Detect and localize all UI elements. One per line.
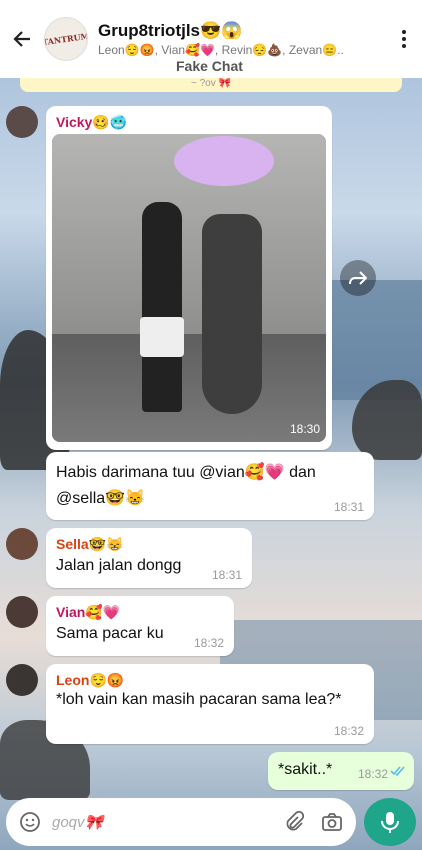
person-figure [202, 214, 262, 414]
avatar-vian[interactable] [6, 596, 38, 628]
message-time: 18:32 [357, 767, 388, 781]
forward-icon[interactable] [340, 260, 376, 296]
group-avatar[interactable]: TANTRUM [44, 17, 88, 61]
camera-icon[interactable] [320, 810, 344, 834]
avatar-sella[interactable] [6, 528, 38, 560]
avatar-logo: TANTRUM [44, 30, 88, 48]
arrow-left-icon[interactable] [10, 27, 34, 51]
avatar-vicky[interactable] [6, 106, 38, 138]
group-members: Leon😌😡, Vian🥰💗, Revin😔💩, Zevan😑.. [98, 43, 344, 57]
sender-name: Leon😌😡 [56, 672, 125, 688]
image-message[interactable]: Vicky🥴🥶 18:30 [46, 106, 332, 450]
message-text: Habis darimana tuu @vian🥰💗 dan @sella🤓😸 [56, 464, 316, 507]
text-message[interactable]: Habis darimana tuu @vian🥰💗 dan @sella🤓😸 … [46, 452, 374, 520]
paperclip-icon[interactable] [282, 810, 306, 834]
more-vert-icon[interactable] [394, 25, 414, 53]
text-message[interactable]: Leon😌😡 *loh vain kan masih pacaran sama … [46, 664, 374, 744]
message-time: 18:30 [289, 422, 320, 436]
balloon-image [174, 136, 274, 186]
message-time: 18:32 [333, 724, 364, 738]
message-text: *loh vain kan masih pacaran sama lea?* [56, 691, 342, 708]
message-time: 18:31 [333, 500, 364, 514]
text-message[interactable]: Vian🥰💗 Sama pacar ku 18:32 [46, 596, 234, 656]
sender-name: Vicky🥴🥶 [56, 114, 128, 130]
text-message[interactable]: Sella🤓😸 Jalan jalan dongg 18:31 [46, 528, 252, 588]
avatar-leon[interactable] [6, 664, 38, 696]
microphone-icon[interactable] [364, 798, 416, 846]
message-time: 18:32 [193, 636, 224, 650]
emoji-icon[interactable] [18, 810, 42, 834]
message-input-bar: ɡoqv🎀 [6, 798, 356, 846]
sender-name: Vian🥰💗 [56, 604, 121, 620]
read-ticks-icon [390, 763, 406, 781]
outgoing-message[interactable]: *sakit..* 18:32 [268, 752, 414, 790]
group-name: Grup8triotjls😎😱 [98, 21, 243, 40]
message-input[interactable]: ɡoqv🎀 [52, 813, 268, 831]
watermark: Fake Chat [176, 58, 243, 74]
shared-photo[interactable]: 18:30 [52, 134, 326, 442]
pinned-banner[interactable]: ~ ?ov 🎀 [20, 78, 402, 92]
message-time: 18:31 [211, 568, 242, 582]
person-figure [140, 202, 184, 412]
sender-name: Sella🤓😸 [56, 536, 124, 552]
group-info[interactable]: Grup8triotjls😎😱 Leon😌😡, Vian🥰💗, Revin😔💩,… [98, 21, 394, 57]
